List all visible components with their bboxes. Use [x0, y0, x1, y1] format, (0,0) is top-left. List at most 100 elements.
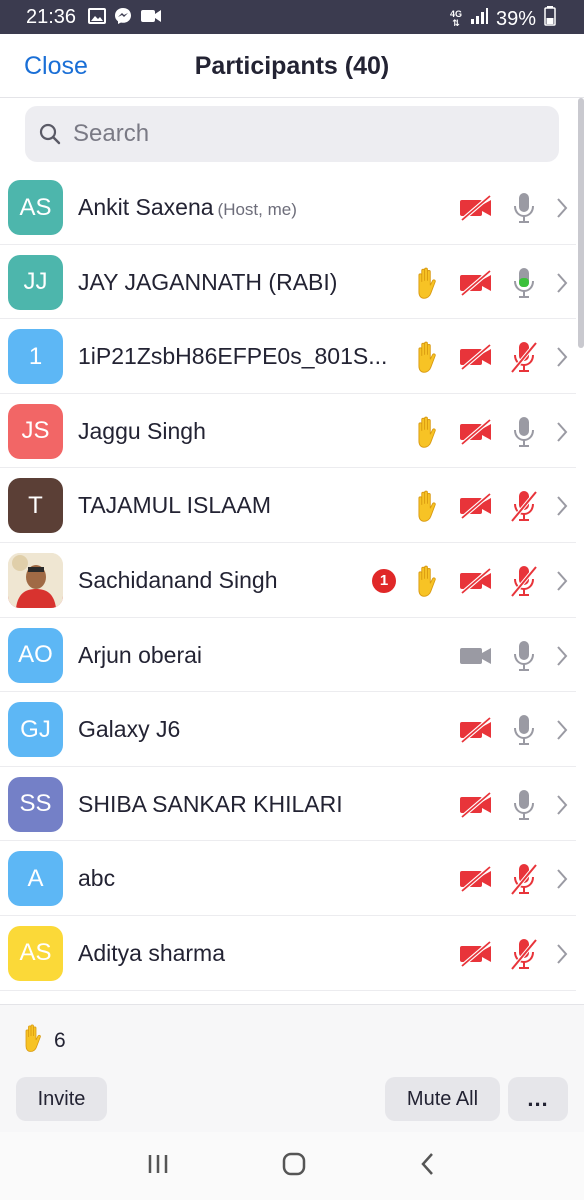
participant-row[interactable]: JS Jaggu Singh	[0, 394, 576, 469]
search-input[interactable]: Search	[25, 106, 559, 162]
participant-name: abc	[78, 865, 115, 892]
video-off-icon	[452, 263, 500, 303]
battery-percent: 39%	[495, 7, 536, 30]
mic-muted-icon	[500, 859, 548, 899]
participant-name-text: 1iP21ZsbH86EFPE0s_801S...	[78, 343, 388, 370]
avatar: JJ	[8, 254, 63, 310]
participant-name-text: JAY JAGANNATH (RABI)	[78, 268, 338, 295]
avatar: A	[8, 851, 63, 907]
participant-name: TAJAMUL ISLAAM	[78, 492, 271, 519]
chevron-right-icon[interactable]	[548, 561, 576, 601]
video-icon	[140, 7, 162, 30]
video-off-icon	[452, 859, 500, 899]
video-off-icon	[452, 337, 500, 377]
network-icon: 4G ⇅	[449, 9, 462, 28]
search-icon	[37, 121, 63, 147]
chevron-right-icon[interactable]	[548, 785, 576, 825]
participant-row[interactable]: SS SHIBA SANKAR KHILARI	[0, 767, 576, 842]
participant-list[interactable]: AS Ankit Saxena (Host, me) JJ JAY JAGANNATH …	[0, 170, 576, 1004]
back-icon[interactable]	[417, 1151, 439, 1182]
raised-hand-icon	[404, 337, 452, 377]
avatar: AS	[8, 180, 63, 235]
participant-name-text: abc	[78, 865, 116, 892]
raised-hand-icon	[404, 561, 452, 601]
avatar: 1	[8, 329, 63, 385]
participant-row[interactable]: AS Aditya sharma	[0, 916, 576, 991]
invite-button[interactable]: Invite	[16, 1077, 107, 1121]
participant-name: 1iP21ZsbH86EFPE0s_801S...	[78, 343, 387, 370]
avatar: AO	[8, 627, 63, 683]
participant-name-text: Ankit Saxena	[78, 194, 214, 220]
participant-name: Sachidanand Singh	[78, 567, 278, 594]
participant-name: JAY JAGANNATH (RABI)	[78, 269, 337, 296]
participant-row[interactable]: Aabc	[0, 841, 576, 916]
participant-name: SHIBA SANKAR KHILARI	[78, 791, 343, 818]
raised-hand-icon	[404, 263, 452, 303]
raised-hand-icon	[20, 1023, 48, 1059]
mic-muted-icon	[500, 486, 548, 526]
video-on-icon	[452, 636, 500, 676]
chevron-right-icon[interactable]	[548, 412, 576, 452]
network-label: 4G	[449, 9, 462, 19]
chevron-right-icon[interactable]	[548, 486, 576, 526]
chevron-right-icon[interactable]	[548, 337, 576, 377]
video-off-icon	[452, 561, 500, 601]
mic-icon	[500, 412, 548, 452]
chevron-right-icon[interactable]	[548, 859, 576, 899]
page-title: Participants (40)	[194, 52, 390, 80]
raised-hands-indicator: 6	[20, 1023, 66, 1059]
recents-icon[interactable]	[145, 1152, 171, 1181]
status-time: 21:36	[26, 6, 77, 28]
participant-name-text: Galaxy J6	[78, 716, 181, 743]
video-off-icon	[452, 188, 500, 228]
header: Close Participants (40)	[0, 34, 584, 98]
raised-hand-icon	[404, 412, 452, 452]
mic-muted-icon	[500, 337, 548, 377]
video-off-icon	[452, 934, 500, 974]
chevron-right-icon[interactable]	[548, 636, 576, 676]
avatar: AS	[8, 925, 63, 981]
mute-all-button[interactable]: Mute All	[385, 1077, 500, 1121]
mic-icon	[500, 188, 548, 228]
chevron-right-icon[interactable]	[548, 188, 576, 228]
footer: 6 Invite Mute All ...	[0, 1004, 584, 1132]
participant-row[interactable]: Sachidanand Singh 1	[0, 543, 576, 618]
participant-row[interactable]: JJ JAY JAGANNATH (RABI)	[0, 245, 576, 320]
video-off-icon	[452, 710, 500, 750]
participant-name: Galaxy J6	[78, 716, 180, 743]
mic-active-icon	[500, 263, 548, 303]
avatar: JS	[8, 403, 63, 459]
participant-row[interactable]: AO Arjun oberai	[0, 618, 576, 693]
participant-row[interactable]: AS Ankit Saxena (Host, me)	[0, 170, 576, 245]
participant-row[interactable]: GJ Galaxy J6	[0, 692, 576, 767]
avatar	[8, 552, 63, 608]
participant-row[interactable]: T TAJAMUL ISLAAM	[0, 468, 576, 543]
participant-name-text: Arjun oberai	[78, 641, 203, 668]
status-bar: 21:36 4G ⇅ 39%	[0, 0, 584, 34]
battery-icon	[544, 6, 556, 32]
unread-badge: 1	[372, 568, 396, 593]
messenger-icon	[114, 7, 132, 30]
mic-muted-icon	[500, 561, 548, 601]
participant-name: Jaggu Singh	[78, 418, 206, 445]
participant-name-text: Sachidanand Singh	[78, 566, 278, 593]
chevron-right-icon[interactable]	[548, 263, 576, 303]
gallery-icon	[88, 7, 106, 30]
participant-name: Aditya sharma	[78, 940, 225, 967]
scrollbar[interactable]	[578, 98, 584, 348]
more-options-button[interactable]: ...	[508, 1077, 568, 1121]
participant-row[interactable]: 1 1iP21ZsbH86EFPE0s_801S...	[0, 319, 576, 394]
raised-hand-icon	[404, 486, 452, 526]
participant-name-text: Aditya sharma	[78, 939, 226, 966]
video-off-icon	[452, 785, 500, 825]
avatar: SS	[8, 776, 63, 832]
chevron-right-icon[interactable]	[548, 710, 576, 750]
mic-muted-icon	[500, 934, 548, 974]
mic-icon	[500, 636, 548, 676]
participant-name-text: Jaggu Singh	[78, 417, 206, 444]
home-icon[interactable]	[280, 1150, 308, 1183]
participant-name: Arjun oberai	[78, 642, 202, 669]
participant-name-text: SHIBA SANKAR KHILARI	[78, 790, 343, 817]
chevron-right-icon[interactable]	[548, 934, 576, 974]
system-nav-bar	[0, 1132, 584, 1200]
